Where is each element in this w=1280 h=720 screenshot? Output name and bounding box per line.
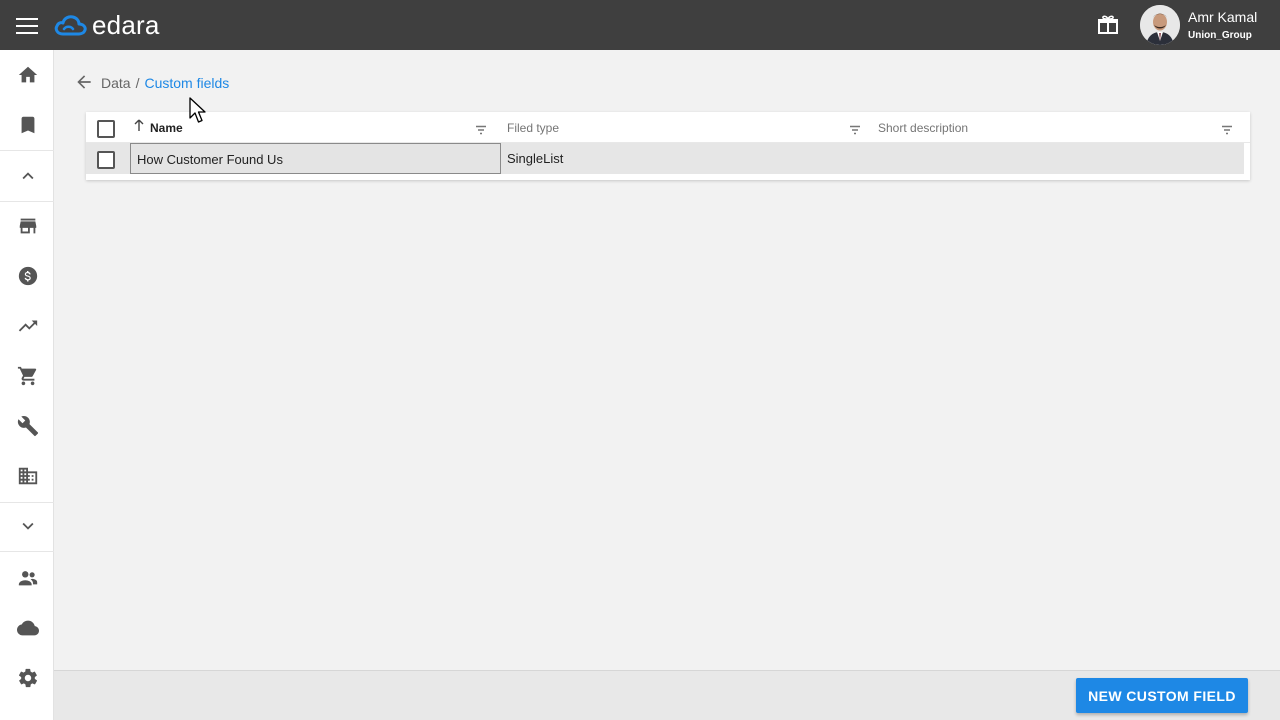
sidebar-nav	[0, 50, 54, 720]
chevron-up-icon[interactable]	[14, 162, 42, 190]
app-logo[interactable]: edara	[54, 10, 160, 41]
building-icon[interactable]	[14, 462, 42, 490]
sidebar-divider	[0, 551, 54, 552]
back-arrow-icon[interactable]	[74, 72, 94, 92]
dollar-icon[interactable]	[14, 262, 42, 290]
breadcrumb-separator: /	[135, 75, 140, 91]
breadcrumb: Data / Custom fields	[101, 75, 229, 91]
chevron-down-icon[interactable]	[14, 512, 42, 540]
bookmark-icon[interactable]	[14, 111, 42, 139]
sidebar-divider	[0, 201, 54, 202]
column-header-type[interactable]: Filed type	[507, 121, 559, 135]
top-app-bar: edara Amr Kamal Union_Group	[0, 0, 1280, 50]
people-icon[interactable]	[14, 564, 42, 592]
cloud-logo-icon	[54, 14, 87, 35]
breadcrumb-current[interactable]: Custom fields	[144, 75, 229, 91]
sidebar-divider	[0, 150, 54, 151]
filter-icon[interactable]	[1221, 122, 1233, 135]
mouse-cursor-icon	[189, 97, 209, 125]
hamburger-menu-icon[interactable]	[16, 18, 38, 34]
column-header-name[interactable]: Name	[150, 121, 183, 135]
app-name: edara	[92, 10, 160, 40]
row-checkbox[interactable]	[97, 151, 115, 169]
new-custom-field-button[interactable]: NEW CUSTOM FIELD	[1076, 678, 1248, 713]
table-header: Name Filed type Short description	[86, 112, 1250, 143]
column-header-description[interactable]: Short description	[878, 121, 968, 135]
sort-ascending-icon[interactable]	[133, 119, 145, 133]
table-row[interactable]: How Customer Found Us SingleList	[86, 143, 1244, 174]
filter-icon[interactable]	[849, 122, 861, 135]
home-icon[interactable]	[14, 61, 42, 89]
user-organization: Union_Group	[1188, 30, 1252, 41]
settings-gear-icon[interactable]	[14, 664, 42, 692]
cell-name[interactable]: How Customer Found Us	[130, 143, 501, 174]
custom-fields-table: Name Filed type Short description How Cu…	[86, 112, 1250, 180]
user-name[interactable]: Amr Kamal	[1188, 9, 1257, 25]
cart-icon[interactable]	[14, 362, 42, 390]
cloud-icon[interactable]	[14, 614, 42, 642]
store-icon[interactable]	[14, 212, 42, 240]
avatar[interactable]	[1140, 5, 1180, 45]
cell-type: SingleList	[507, 151, 564, 166]
filter-icon[interactable]	[475, 122, 487, 135]
wrench-icon[interactable]	[14, 412, 42, 440]
sidebar-divider	[0, 502, 54, 503]
trending-up-icon[interactable]	[14, 312, 42, 340]
gift-icon[interactable]	[1096, 13, 1120, 37]
breadcrumb-parent[interactable]: Data	[101, 75, 131, 91]
select-all-checkbox[interactable]	[97, 120, 115, 138]
